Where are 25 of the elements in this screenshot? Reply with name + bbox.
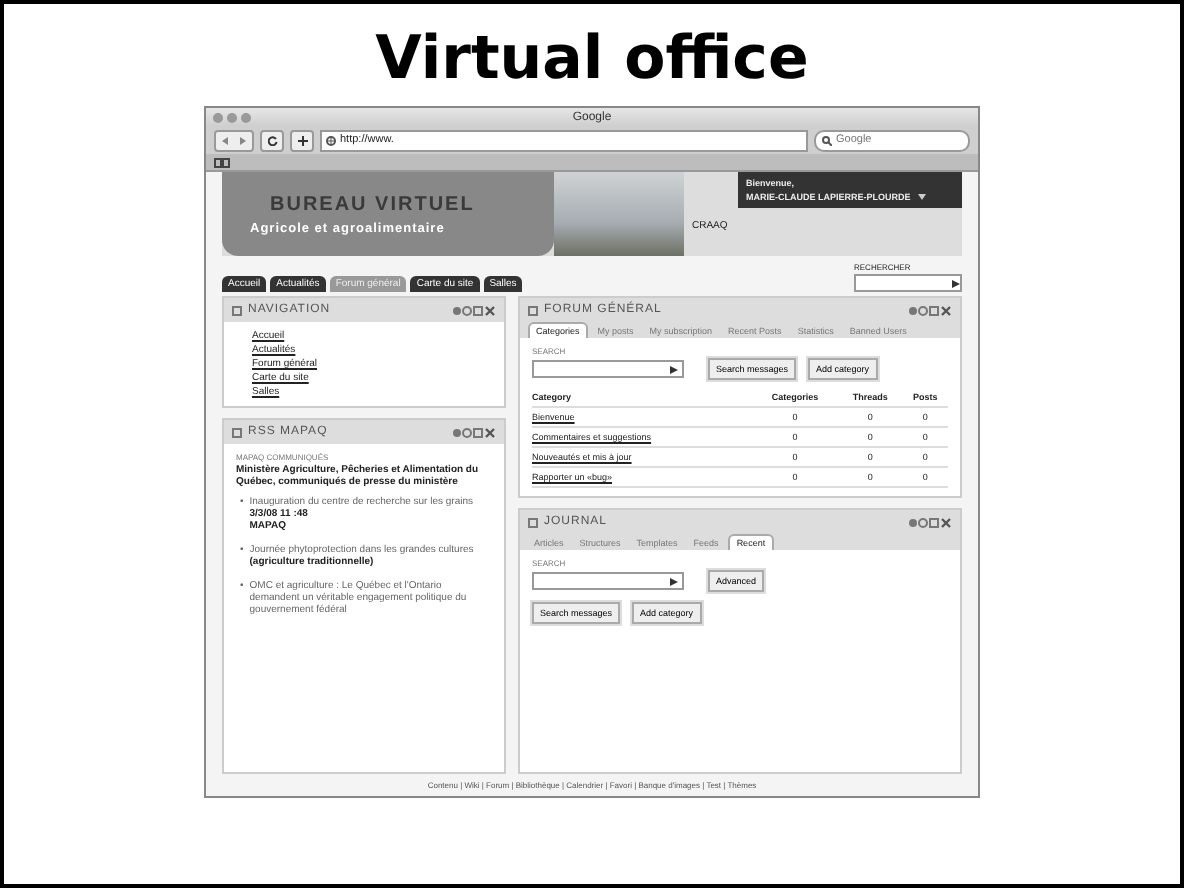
photo-placeholder: [554, 172, 684, 256]
slide-title: Virtual office: [375, 24, 809, 94]
portlet-controls-icon[interactable]: [452, 427, 496, 437]
search-icon: [822, 135, 832, 145]
arrows-icon: [222, 135, 246, 145]
portlet-icon: [232, 305, 242, 315]
globe-icon: [326, 135, 336, 145]
portlet-controls-icon[interactable]: [908, 305, 952, 315]
portlet-icon: [232, 427, 242, 437]
portlet-icon: [528, 517, 538, 527]
caret-icon[interactable]: [918, 194, 927, 202]
site-search-field[interactable]: [854, 274, 962, 292]
search-field[interactable]: [532, 360, 684, 378]
portlet-controls-icon[interactable]: [908, 517, 952, 527]
reload-button[interactable]: [260, 129, 284, 151]
reload-icon: [267, 135, 277, 145]
book-icon[interactable]: [214, 157, 230, 167]
go-arrow-icon[interactable]: [670, 365, 678, 373]
portlet-controls-icon[interactable]: [452, 305, 496, 315]
plus-icon: [297, 135, 307, 145]
search-field[interactable]: [532, 572, 684, 590]
go-arrow-icon[interactable]: [952, 279, 960, 287]
go-arrow-icon[interactable]: [670, 577, 678, 585]
add-bookmark-button[interactable]: [290, 129, 314, 151]
portlet-icon: [528, 305, 538, 315]
